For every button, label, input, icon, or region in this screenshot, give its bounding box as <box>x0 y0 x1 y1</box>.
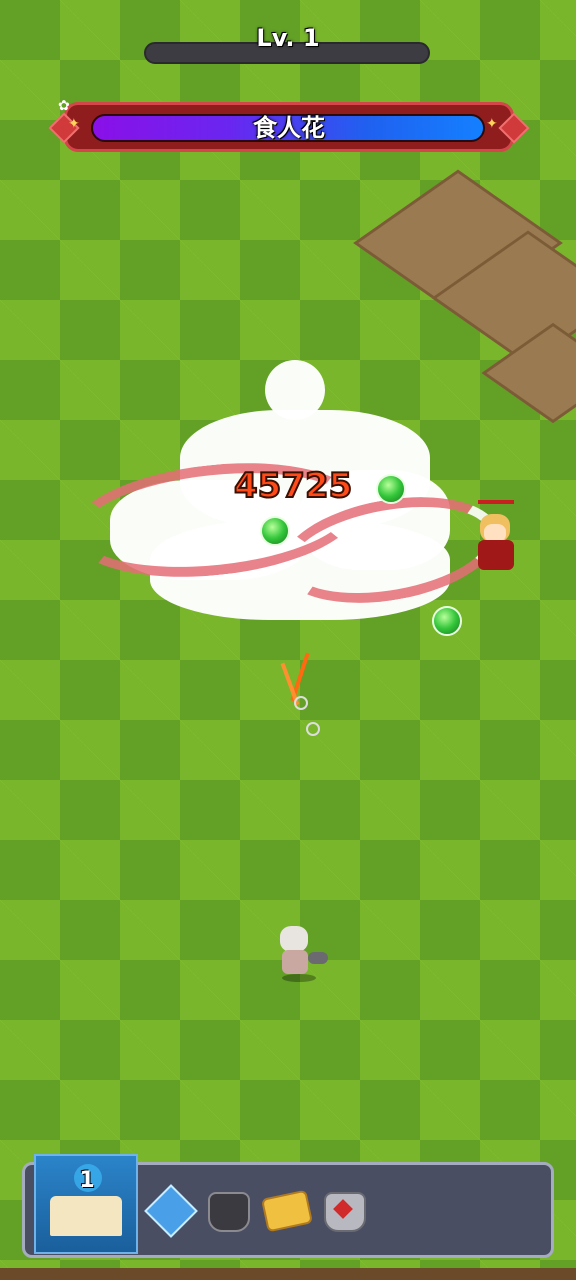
exp-orb <box>260 516 290 546</box>
enemy-hp-bar <box>478 500 514 504</box>
book-icon <box>50 1196 122 1236</box>
dark-armor-icon[interactable] <box>204 1186 250 1232</box>
player-character[interactable] <box>272 924 332 984</box>
heart-armor-icon[interactable] <box>320 1186 366 1232</box>
bottom-border <box>0 1268 576 1280</box>
damage-number: 45725 <box>233 465 353 507</box>
enemy-character[interactable] <box>472 500 522 580</box>
scroll-icon[interactable] <box>260 1186 314 1233</box>
exp-orb <box>432 606 462 636</box>
book-level: 1 <box>79 1168 95 1193</box>
level-label: Lv. 1 <box>256 24 320 52</box>
ice-crystal-icon[interactable] <box>144 1184 198 1238</box>
arrow-projectile <box>280 652 322 736</box>
game-field[interactable] <box>0 0 576 1280</box>
flower-icon: ✿ <box>58 98 70 114</box>
exp-orb <box>376 474 406 504</box>
boss-name: 食人花 <box>253 114 325 142</box>
spark-icon: ✦ <box>486 116 498 132</box>
spark-icon: ✦ <box>68 116 80 132</box>
